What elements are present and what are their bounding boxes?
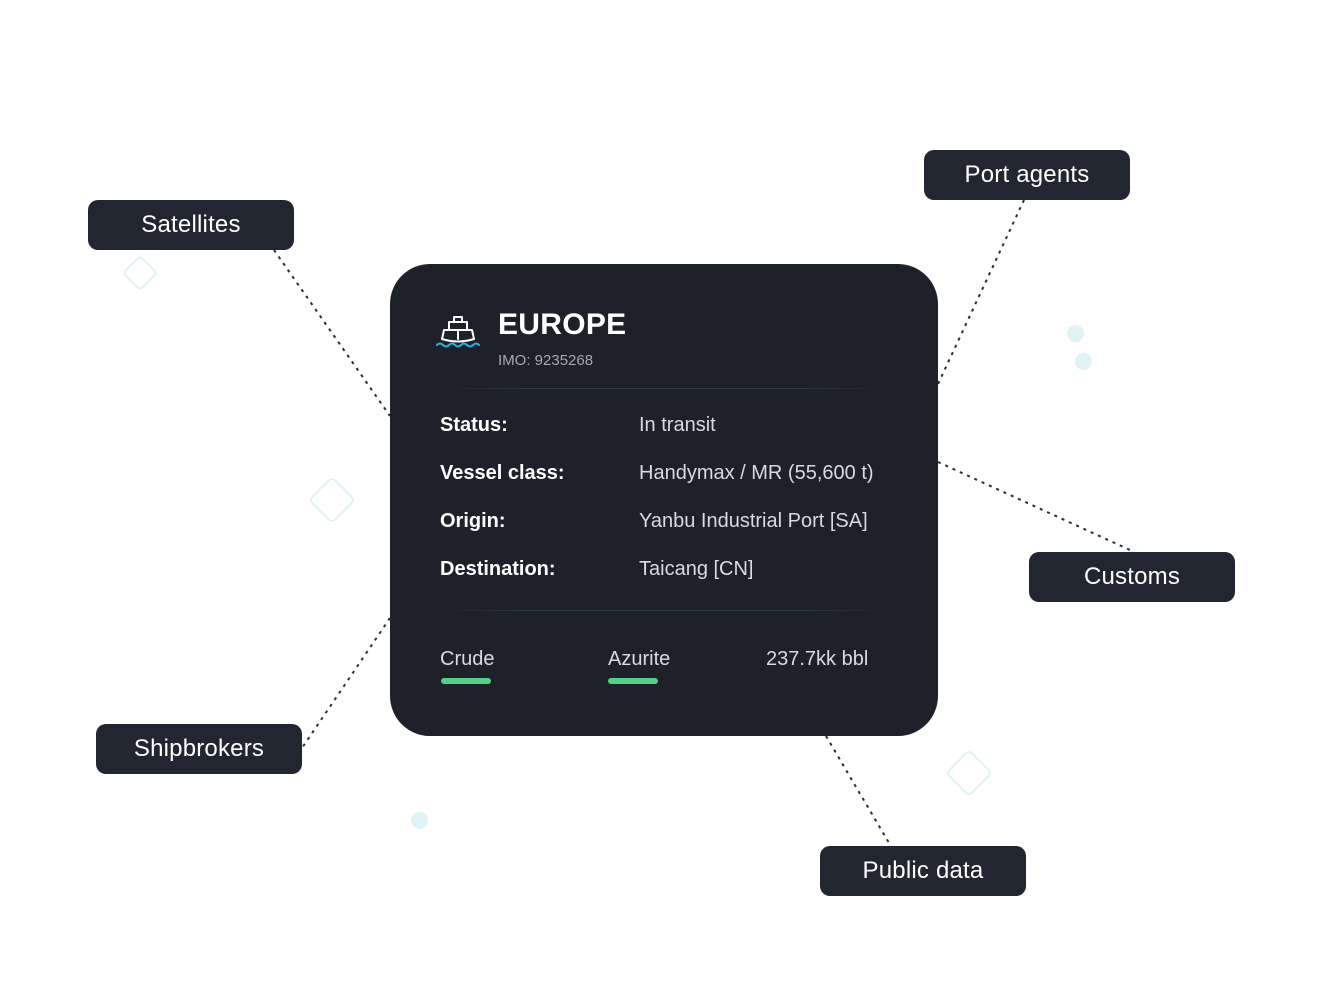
origin-value: Yanbu Industrial Port [SA] xyxy=(639,510,868,532)
divider xyxy=(440,388,890,389)
source-public-data: Public data xyxy=(820,846,1026,896)
cargo-volume: 237.7kk bbl xyxy=(766,648,869,670)
source-customs: Customs xyxy=(1029,552,1235,602)
vessel-class-value: Handymax / MR (55,600 t) xyxy=(639,462,874,484)
decoration-dot xyxy=(411,812,428,829)
divider xyxy=(440,610,890,611)
source-port-agents: Port agents xyxy=(924,150,1130,200)
decoration-diamond xyxy=(121,254,159,292)
cargo-type-indicator xyxy=(441,678,491,684)
destination-value: Taicang [CN] xyxy=(639,558,754,580)
source-shipbrokers: Shipbrokers xyxy=(96,724,302,774)
cargo-grade-tag: Azurite xyxy=(608,648,671,670)
connector-shipbrokers xyxy=(301,617,391,749)
ship-icon xyxy=(436,316,480,348)
connector-port-agents xyxy=(937,199,1025,385)
source-label: Public data xyxy=(862,857,984,884)
vessel-imo: IMO: 9235268 xyxy=(498,352,594,369)
decoration-dot xyxy=(1075,353,1092,370)
connector-satellites xyxy=(273,249,391,417)
connector-public-data xyxy=(825,735,893,849)
data-sources-illustration: Satellites Port agents Customs Shipbroke… xyxy=(0,0,1328,1000)
destination-label: Destination: xyxy=(440,558,556,580)
decoration-dot xyxy=(1067,325,1084,342)
status-value: In transit xyxy=(639,414,716,436)
connector-customs xyxy=(937,461,1131,551)
vessel-name: EUROPE xyxy=(498,308,627,341)
cargo-grade-indicator xyxy=(608,678,658,684)
decoration-diamond xyxy=(307,475,357,525)
source-label: Satellites xyxy=(141,211,241,238)
source-label: Port agents xyxy=(964,161,1090,188)
status-label: Status: xyxy=(440,414,508,436)
decoration-diamond xyxy=(944,748,994,798)
vessel-card: EUROPE IMO: 9235268 Status: In transit V… xyxy=(390,264,938,736)
cargo-type-tag: Crude xyxy=(440,648,495,670)
source-label: Customs xyxy=(1083,563,1181,590)
source-label: Shipbrokers xyxy=(133,735,265,762)
source-satellites: Satellites xyxy=(88,200,294,250)
origin-label: Origin: xyxy=(440,510,506,532)
vessel-class-label: Vessel class: xyxy=(440,462,565,484)
